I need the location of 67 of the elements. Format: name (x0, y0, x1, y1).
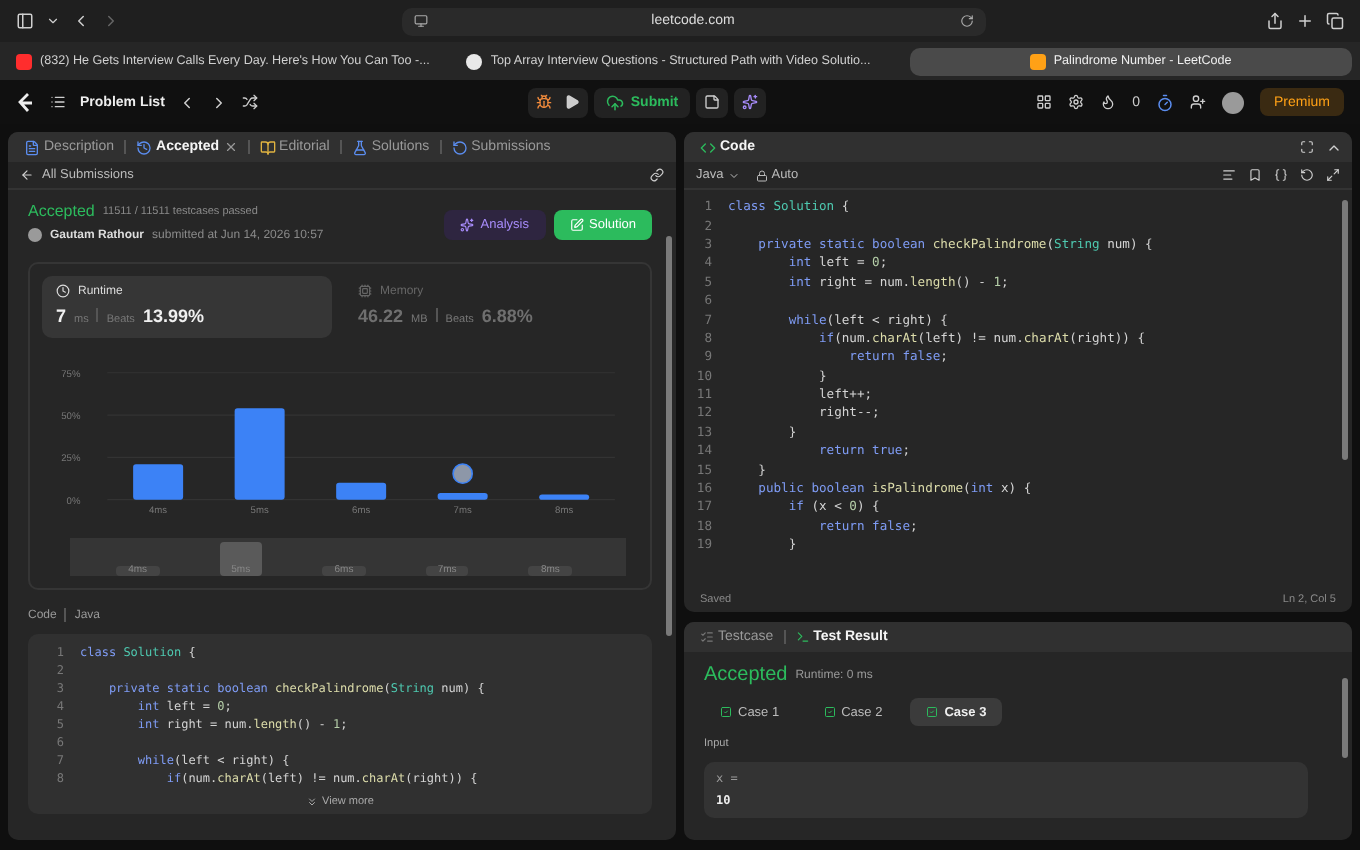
stat-value: 46.22 (358, 306, 404, 326)
avatar-icon[interactable] (1221, 91, 1244, 113)
sparkle-icon (460, 218, 475, 232)
fullscreen-icon[interactable] (1300, 139, 1314, 155)
timer-icon[interactable] (1155, 93, 1174, 111)
bookmark-icon[interactable] (1248, 168, 1262, 182)
list-icon[interactable] (50, 94, 66, 110)
sidebar-icon[interactable] (16, 12, 34, 30)
format-icon[interactable] (1222, 168, 1236, 182)
chevron-down-icon[interactable] (46, 14, 60, 28)
reload-icon[interactable] (959, 14, 973, 28)
beats-value: 13.99% (142, 306, 204, 326)
chip-icon (358, 284, 372, 298)
chevron-down-icon (727, 169, 740, 181)
chevrons-down-icon (306, 796, 319, 808)
lock-icon (755, 169, 768, 181)
code-icon (700, 139, 716, 155)
grid-icon[interactable] (1036, 94, 1053, 110)
bug-icon[interactable] (536, 94, 553, 110)
history-icon (451, 139, 468, 155)
add-user-icon[interactable] (1189, 94, 1206, 110)
back-arrow-icon[interactable] (20, 168, 34, 182)
forward-icon[interactable] (102, 12, 120, 30)
pen-icon (569, 218, 583, 232)
chart-bar (234, 408, 285, 500)
history-icon (136, 139, 153, 155)
check-icon (720, 706, 732, 718)
stat-value: 7 (56, 306, 67, 326)
beats-value: 6.88% (481, 306, 533, 326)
expand-icon[interactable] (1326, 168, 1340, 182)
page-icon (413, 14, 427, 28)
favicon-icon (466, 53, 483, 69)
terminal-icon (795, 630, 810, 644)
avatar-icon (28, 228, 42, 242)
logo-icon[interactable] (16, 91, 36, 113)
status-text: Accepted (28, 202, 95, 220)
note-icon[interactable] (704, 94, 721, 110)
chart-bar (336, 482, 387, 500)
flame-icon[interactable] (1100, 94, 1117, 110)
favicon-icon (1029, 53, 1046, 69)
check-icon (926, 706, 939, 718)
reset-icon[interactable] (1300, 168, 1314, 182)
sparkle-icon[interactable] (742, 94, 759, 110)
share-icon[interactable] (1266, 12, 1284, 30)
chart-bar (133, 464, 184, 500)
result-status: Accepted (704, 664, 788, 686)
link-icon[interactable] (650, 168, 664, 182)
checklist-icon (700, 630, 714, 644)
scrollbar (1342, 678, 1348, 758)
clock-icon (56, 284, 70, 298)
shuffle-icon[interactable] (242, 94, 259, 110)
favicon-icon (16, 53, 32, 69)
settings-icon[interactable] (1068, 94, 1085, 110)
check-icon (823, 706, 836, 718)
flask-icon (351, 139, 368, 155)
chart-bar (539, 494, 590, 500)
document-icon (24, 139, 40, 155)
new-tab-icon[interactable] (1296, 12, 1314, 30)
close-icon (223, 140, 238, 154)
book-icon (259, 139, 276, 155)
avatar-icon (452, 463, 474, 485)
run-icon[interactable] (564, 94, 581, 110)
tabs-icon[interactable] (1326, 12, 1344, 30)
cloud-upload-icon (606, 93, 625, 111)
back-icon[interactable] (72, 12, 90, 30)
braces-icon[interactable] (1274, 168, 1288, 182)
chart-bar (437, 492, 488, 500)
